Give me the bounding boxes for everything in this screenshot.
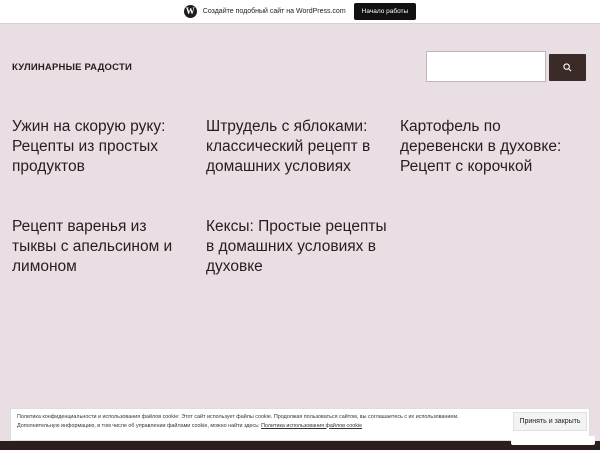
post-link[interactable]: Кексы: Простые рецепты в домашних услови… — [206, 217, 396, 277]
post-link[interactable]: Ужин на скорую руку: Рецепты из простых … — [12, 117, 192, 177]
accept-and-close-button[interactable]: Принять и закрыть — [513, 412, 587, 431]
post-link[interactable]: Штрудель с яблоками: классический рецепт… — [206, 117, 386, 177]
post-link[interactable]: Рецепт варенья из тыквы с апельсином и л… — [12, 217, 182, 277]
cookie-policy-text: Политика конфиденциальности и использова… — [17, 414, 459, 420]
footer-strip — [0, 441, 600, 450]
search-icon — [563, 63, 572, 72]
wordpress-promo-bar: W Создайте подобный сайт на WordPress.co… — [0, 0, 600, 24]
get-started-button[interactable]: Начало работы — [353, 3, 417, 20]
promo-text: Создайте подобный сайт на WordPress.com — [202, 8, 346, 15]
search-input[interactable] — [426, 51, 546, 82]
cookie-banner: Политика конфиденциальности и использова… — [10, 408, 590, 441]
post-link[interactable]: Картофель по деревенски в духовке: Рецеп… — [400, 117, 580, 177]
cookie-policy-link[interactable]: Политика использования файлов cookie — [261, 423, 362, 429]
cookie-more-info-text: Дополнительную информацию, в том числе о… — [17, 422, 262, 429]
follow-widget[interactable] — [511, 436, 595, 445]
site-title[interactable]: КУЛИНАРНЫЕ РАДОСТИ — [12, 62, 132, 73]
wordpress-logo-icon[interactable]: W — [183, 5, 197, 18]
cookie-banner-text: Политика конфиденциальности и использова… — [17, 413, 497, 430]
search-button[interactable] — [549, 54, 586, 81]
